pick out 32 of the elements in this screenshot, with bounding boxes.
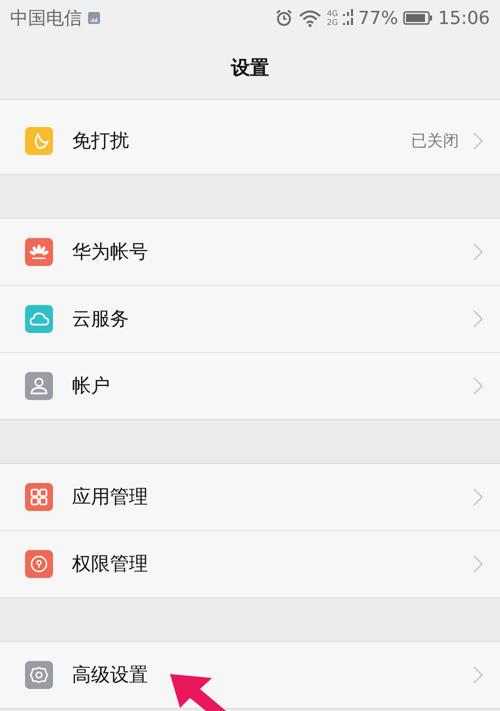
chevron-icon <box>473 666 483 684</box>
page-title: 设置 <box>231 56 269 80</box>
cloud-icon <box>25 305 53 333</box>
chevron-icon <box>473 310 483 328</box>
settings-item[interactable]: 帐户 <box>0 353 500 419</box>
settings-item[interactable]: 应用管理 <box>0 464 500 530</box>
settings-item[interactable]: 免打扰 已关闭 <box>0 108 500 174</box>
chevron-icon <box>473 132 483 150</box>
clock-time: 15:06 <box>438 8 490 28</box>
moon-icon <box>25 127 53 155</box>
chevron-icon <box>473 243 483 261</box>
settings-item[interactable]: 高级设置 <box>0 642 500 708</box>
chevron-icon <box>473 377 483 395</box>
carrier-name: 中国电信 <box>10 7 82 30</box>
battery-icon <box>403 11 434 25</box>
network-label: 2G <box>326 18 338 27</box>
alarm-icon <box>274 9 293 27</box>
settings-item[interactable]: 华为帐号 <box>0 219 500 285</box>
flower-icon <box>25 238 53 266</box>
gear-icon <box>25 661 53 689</box>
settings-item[interactable]: 权限管理 <box>0 531 500 597</box>
network-label: 4G <box>326 9 338 18</box>
grid-icon <box>25 483 53 511</box>
chevron-icon <box>473 555 483 573</box>
battery-percent: 77% <box>358 8 398 28</box>
keyhole-icon <box>25 550 53 578</box>
settings-item[interactable]: 云服务 <box>0 286 500 352</box>
person-icon <box>25 372 53 400</box>
signal-icon <box>343 9 354 27</box>
chevron-icon <box>473 488 483 506</box>
image-icon <box>87 11 101 25</box>
wifi-icon <box>298 9 322 27</box>
